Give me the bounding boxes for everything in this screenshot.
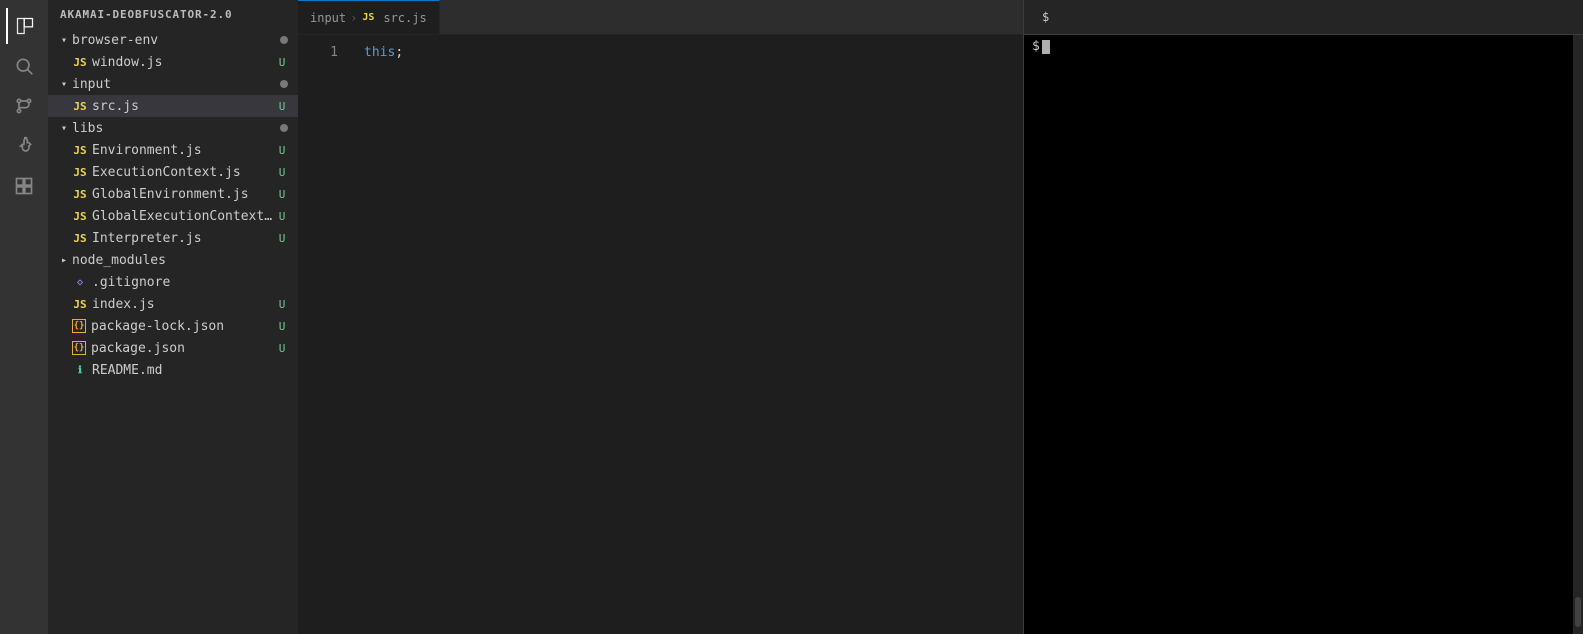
no-arrow4 [64, 340, 72, 356]
modified-dot-browser-env [280, 36, 288, 44]
sidebar-item-executioncontext-js[interactable]: JS ExecutionContext.js U [48, 161, 298, 183]
line-numbers: 1 [298, 35, 348, 634]
tab-src-js[interactable]: input › JS src.js [298, 0, 440, 34]
terminal-prompt: $ [1032, 39, 1575, 54]
code-line-1: this; [364, 43, 1023, 62]
chevron-right-icon-node: ▸ [56, 252, 72, 268]
sidebar-header: AKAMAI-DEOBFUSCATOR-2.0 [48, 0, 298, 29]
terminal-scrollbar-thumb [1575, 597, 1581, 627]
terminal-tab[interactable]: $ [1034, 0, 1057, 34]
modified-dot-libs [280, 124, 288, 132]
md-icon: ℹ [72, 362, 88, 378]
sidebar-item-gitignore[interactable]: ◇ .gitignore [48, 271, 298, 293]
sidebar-item-readme-md[interactable]: ℹ README.md [48, 359, 298, 381]
terminal-header: $ [1024, 0, 1583, 35]
badge-globalexecutioncontext-js: U [274, 208, 290, 224]
sidebar-item-input[interactable]: ▾ input [48, 73, 298, 95]
sidebar-item-src-js[interactable]: JS src.js U [48, 95, 298, 117]
badge-package-lock-json: U [274, 318, 290, 334]
js-icon-globalexec: JS [72, 208, 88, 224]
terminal-content[interactable]: $ [1024, 35, 1583, 634]
no-arrow2 [64, 296, 72, 312]
code-area[interactable]: this; [348, 35, 1023, 634]
sidebar-item-window-js[interactable]: JS window.js U [48, 51, 298, 73]
js-file-icon-tab: JS [361, 11, 375, 25]
json-icon: {} [72, 341, 86, 355]
breadcrumb-input: input [310, 11, 346, 25]
tab-bar: input › JS src.js [298, 0, 1023, 35]
terminal-dollar: $ [1032, 39, 1040, 54]
sidebar-item-globalexecutioncontext-js[interactable]: JS GlobalExecutionContext.js U [48, 205, 298, 227]
terminal-title: $ [1042, 10, 1049, 24]
badge-window-js: U [274, 54, 290, 70]
breadcrumb-sep: › [350, 11, 357, 25]
no-arrow3 [64, 318, 72, 334]
badge-package-json: U [274, 340, 290, 356]
sidebar-item-libs[interactable]: ▾ libs [48, 117, 298, 139]
js-icon-exec: JS [72, 164, 88, 180]
chevron-down-icon: ▾ [56, 32, 72, 48]
badge-interpreter-js: U [274, 230, 290, 246]
js-icon-interp: JS [72, 230, 88, 246]
terminal-scrollbar[interactable] [1573, 35, 1583, 634]
editor-area: input › JS src.js 1 this; [298, 0, 1023, 634]
file-tree: ▾ browser-env JS window.js U ▾ input JS … [48, 29, 298, 634]
activity-bar [0, 0, 48, 634]
chevron-down-icon-libs: ▾ [56, 120, 72, 136]
sidebar-item-index-js[interactable]: JS index.js U [48, 293, 298, 315]
modified-dot-input [280, 80, 288, 88]
terminal-panel: $ $ [1023, 0, 1583, 634]
sidebar-item-environment-js[interactable]: JS Environment.js U [48, 139, 298, 161]
js-icon-env: JS [72, 142, 88, 158]
js-icon-src: JS [72, 98, 88, 114]
search-icon[interactable] [6, 48, 42, 84]
badge-src-js: U [274, 98, 290, 114]
badge-index-js: U [274, 296, 290, 312]
badge-executioncontext-js: U [274, 164, 290, 180]
terminal-cursor [1042, 40, 1050, 54]
js-icon: JS [72, 54, 88, 70]
sidebar-item-package-json[interactable]: {} package.json U [48, 337, 298, 359]
sidebar-item-interpreter-js[interactable]: JS Interpreter.js U [48, 227, 298, 249]
explorer-icon[interactable] [6, 8, 42, 44]
sidebar: AKAMAI-DEOBFUSCATOR-2.0 ▾ browser-env JS… [48, 0, 298, 634]
sidebar-item-node-modules[interactable]: ▸ node_modules [48, 249, 298, 271]
js-icon-index: JS [72, 296, 88, 312]
json-icon-lock: {} [72, 319, 86, 333]
git-icon[interactable] [6, 88, 42, 124]
sidebar-item-globalenvironment-js[interactable]: JS GlobalEnvironment.js U [48, 183, 298, 205]
badge-environment-js: U [274, 142, 290, 158]
no-arrow [64, 274, 72, 290]
git-icon-file: ◇ [72, 274, 88, 290]
debug-icon[interactable] [6, 128, 42, 164]
no-arrow5 [64, 362, 72, 378]
tab-breadcrumb: input › JS src.js [310, 11, 427, 25]
editor-content: 1 this; [298, 35, 1023, 634]
chevron-down-icon-input: ▾ [56, 76, 72, 92]
breadcrumb-filename: src.js [383, 11, 426, 25]
badge-globalenvironment-js: U [274, 186, 290, 202]
sidebar-item-browser-env[interactable]: ▾ browser-env [48, 29, 298, 51]
extensions-icon[interactable] [6, 168, 42, 204]
sidebar-item-package-lock-json[interactable]: {} package-lock.json U [48, 315, 298, 337]
js-icon-globalenv: JS [72, 186, 88, 202]
